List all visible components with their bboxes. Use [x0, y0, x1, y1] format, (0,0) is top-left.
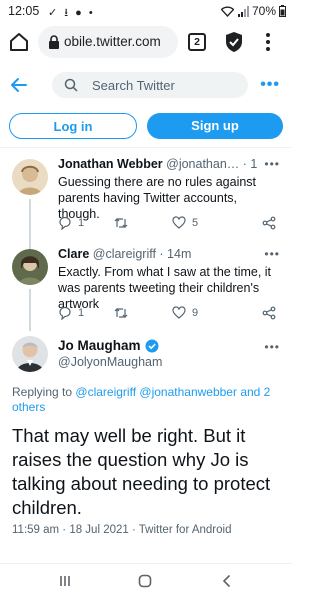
author-handle[interactable]: @clareigriff	[93, 247, 156, 261]
share-button[interactable]	[262, 215, 276, 231]
main-tweet-more-icon[interactable]: •••	[264, 340, 280, 354]
address-bar[interactable]: obile.twitter.com	[38, 26, 178, 58]
retweet-button[interactable]	[114, 305, 134, 321]
retweet-icon	[114, 308, 128, 318]
tweet-actions: 1 9	[58, 305, 282, 321]
reply-button[interactable]: 1	[58, 215, 84, 231]
reply-count: 1	[78, 217, 85, 229]
avatar[interactable]	[12, 249, 48, 285]
retweet-icon	[114, 218, 128, 228]
avatar-image	[12, 336, 48, 372]
replying-prefix: Replying to	[12, 385, 73, 399]
status-bar: 12:05 ✓ ⭳ ● • 70%	[0, 0, 292, 22]
more-options-icon[interactable]: •••	[260, 76, 280, 94]
reply-count: 1	[78, 307, 85, 319]
mention-link[interactable]: @jonathanwebber	[139, 385, 237, 399]
reply-button[interactable]: 1	[58, 305, 84, 321]
main-tweet-timestamp[interactable]: 11:59 am · 18 Jul 2021 · Twitter for And…	[12, 524, 231, 536]
reply-icon	[59, 216, 71, 230]
tweet-actions: 1 5	[58, 215, 282, 231]
tweet-more-icon[interactable]: •••	[264, 157, 280, 171]
tweet-header: Jonathan Webber @jonathan… · 16m	[58, 157, 258, 171]
divider	[0, 147, 292, 148]
search-icon	[64, 78, 78, 92]
avatar-image	[12, 159, 48, 195]
login-button[interactable]: Log in	[9, 113, 137, 139]
like-button[interactable]: 9	[172, 305, 198, 321]
verified-badge-icon	[145, 339, 159, 352]
share-icon	[262, 306, 276, 320]
back-arrow-icon[interactable]	[10, 76, 28, 94]
home-icon[interactable]	[8, 31, 30, 53]
avatar-image	[12, 249, 48, 285]
reply-icon	[59, 306, 71, 320]
home-nav-icon[interactable]	[138, 574, 152, 588]
main-author-handle[interactable]: @JolyonMaugham	[58, 355, 162, 369]
url-text: obile.twitter.com	[64, 34, 161, 49]
tab-switcher-button[interactable]: 2	[188, 33, 206, 51]
status-right: 70%	[220, 4, 286, 18]
lock-icon	[49, 35, 59, 49]
thread-line	[29, 289, 31, 331]
signup-button[interactable]: Sign up	[147, 113, 283, 139]
heart-icon	[172, 306, 186, 319]
heart-icon	[172, 216, 186, 229]
shield-icon[interactable]	[224, 31, 244, 53]
author-name[interactable]: Clare	[58, 247, 89, 261]
main-author-name-row[interactable]: Jo Maugham	[58, 338, 159, 353]
avatar[interactable]	[12, 336, 48, 372]
battery-icon	[279, 5, 286, 17]
battery-percent: 70%	[251, 4, 276, 18]
auth-buttons: Log in Sign up	[0, 110, 292, 146]
search-input[interactable]	[92, 76, 242, 94]
back-nav-icon[interactable]	[220, 574, 234, 588]
share-icon	[262, 216, 276, 230]
like-count: 9	[192, 307, 199, 319]
author-handle[interactable]: @jonathan…	[166, 157, 239, 171]
author-name[interactable]: Jonathan Webber	[58, 157, 163, 171]
retweet-button[interactable]	[114, 215, 134, 231]
main-tweet-text: That may well be right. But it raises th…	[12, 425, 271, 518]
system-nav-bar	[0, 563, 292, 600]
browser-menu-icon[interactable]	[262, 32, 274, 52]
avatar[interactable]	[12, 159, 48, 195]
tweet-time[interactable]: · 16m	[243, 157, 258, 171]
notification-icons: ✓ ⭳ ● •	[48, 7, 95, 19]
thread-line	[29, 199, 31, 249]
like-button[interactable]: 5	[172, 215, 198, 231]
replying-to: Replying to @clareigriff @jonathanwebber…	[12, 385, 282, 415]
signal-icon	[237, 5, 249, 17]
share-button[interactable]	[262, 305, 276, 321]
twitter-header: •••	[0, 62, 292, 108]
status-time: 12:05	[8, 4, 40, 18]
browser-toolbar: obile.twitter.com 2	[0, 22, 292, 62]
search-box[interactable]	[52, 72, 248, 98]
recent-apps-icon[interactable]	[58, 574, 72, 588]
like-count: 5	[192, 217, 199, 229]
wifi-icon	[220, 6, 234, 17]
tweet-more-icon[interactable]: •••	[264, 247, 280, 261]
main-author-name[interactable]: Jo Maugham	[58, 338, 141, 353]
tweet-header: Clare @clareigriff · 14m	[58, 247, 258, 261]
tweet-time[interactable]: · 14m	[159, 247, 191, 261]
tweet-item[interactable]: Clare @clareigriff · 14m ••• Exactly. Fr…	[0, 247, 292, 331]
mention-link[interactable]: @clareigriff	[75, 385, 136, 399]
tweet-item[interactable]: Jonathan Webber @jonathan… · 16m ••• Gue…	[0, 157, 292, 249]
